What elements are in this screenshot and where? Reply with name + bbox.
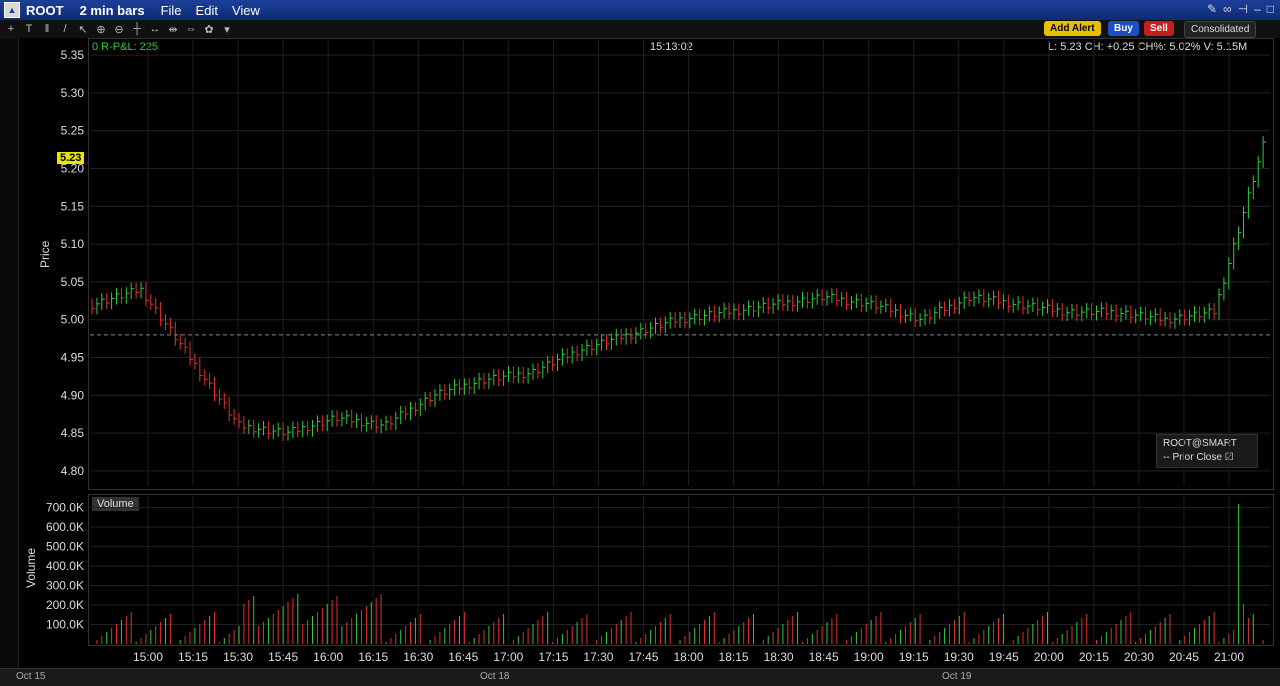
time-tick-label: 18:30 <box>764 650 794 664</box>
scroll-date-1: Oct 15 <box>16 671 46 682</box>
time-scrollbar[interactable]: Oct 15 Oct 18 Oct 19 <box>0 668 1280 686</box>
time-tick-label: 17:15 <box>538 650 568 664</box>
time-tick-label: 16:30 <box>403 650 433 664</box>
volume-tick-label: 200.0K <box>46 598 84 612</box>
time-tick-label: 18:45 <box>809 650 839 664</box>
time-tick-label: 15:15 <box>178 650 208 664</box>
time-tick-label: 19:30 <box>944 650 974 664</box>
price-tick-label: 5.00 <box>61 313 85 327</box>
time-tick-label: 18:00 <box>673 650 703 664</box>
price-chart-svg[interactable]: 5.35 5.30 5.25 5.20 5.15 5.10 5.05 5.00 4.95 4.90… <box>0 0 1280 668</box>
volume-tick-label: 300.0K <box>46 579 84 593</box>
price-tick-label: 5.15 <box>61 199 85 213</box>
time-tick-label: 17:00 <box>493 650 523 664</box>
time-tick-label: 15:30 <box>223 650 253 664</box>
time-tick-label: 17:45 <box>628 650 658 664</box>
price-tick-label: 4.90 <box>61 388 85 402</box>
time-tick-label: 19:00 <box>854 650 884 664</box>
price-tick-label: 4.95 <box>61 350 85 364</box>
volume-tick-label: 400.0K <box>46 559 84 573</box>
volume-tick-label: 500.0K <box>46 540 84 554</box>
price-tick-label: 5.10 <box>61 237 85 251</box>
volume-tick-label: 700.0K <box>46 501 84 515</box>
time-tick-label: 20:15 <box>1079 650 1109 664</box>
time-tick-label: 15:45 <box>268 650 298 664</box>
time-tick-label: 20:00 <box>1034 650 1064 664</box>
price-tick-label: 5.05 <box>61 275 85 289</box>
price-tick-label: 4.80 <box>61 464 85 478</box>
time-tick-label: 20:45 <box>1169 650 1199 664</box>
price-tick-label: 5.25 <box>61 124 85 138</box>
volume-tick-label: 100.0K <box>46 618 84 632</box>
time-tick-label: 15:00 <box>133 650 163 664</box>
price-tick-label: 5.30 <box>61 86 85 100</box>
price-tick-label: 5.35 <box>61 48 85 62</box>
time-tick-label: 19:45 <box>989 650 1019 664</box>
time-tick-label: 21:00 <box>1214 650 1244 664</box>
time-tick-label: 17:30 <box>583 650 613 664</box>
scroll-date-3: Oct 19 <box>942 671 972 682</box>
time-tick-label: 19:15 <box>899 650 929 664</box>
time-tick-label: 16:00 <box>313 650 343 664</box>
time-tick-label: 18:15 <box>719 650 749 664</box>
time-tick-label: 16:45 <box>448 650 478 664</box>
price-tick-label: 4.85 <box>61 426 85 440</box>
price-tick-label: 5.20 <box>61 162 85 176</box>
time-tick-label: 20:30 <box>1124 650 1154 664</box>
time-tick-label: 16:15 <box>358 650 388 664</box>
scroll-date-2: Oct 18 <box>480 671 510 682</box>
volume-tick-label: 600.0K <box>46 520 84 534</box>
